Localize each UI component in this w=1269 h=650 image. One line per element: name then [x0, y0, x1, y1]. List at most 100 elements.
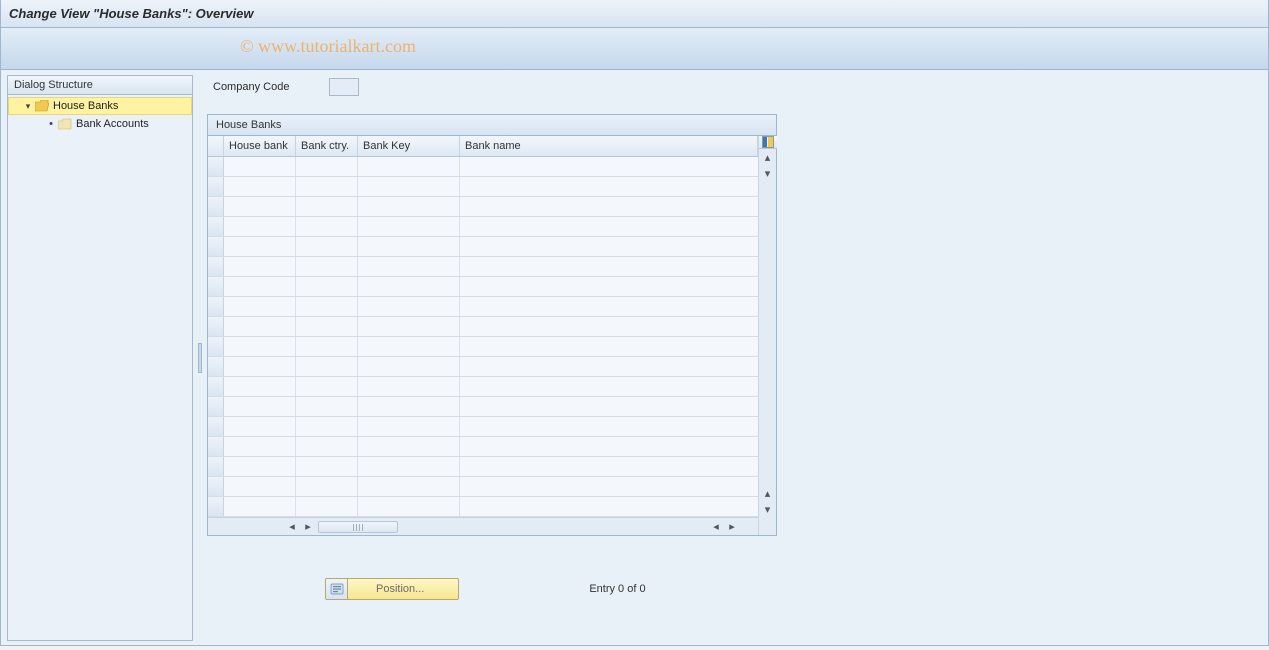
cell-bank-ctry[interactable] — [296, 177, 358, 196]
cell-bank-name[interactable] — [460, 177, 758, 196]
table-row[interactable] — [208, 217, 758, 237]
cell-house-bank[interactable] — [224, 197, 296, 216]
tree-node-house-banks[interactable]: ▾ House Banks — [8, 97, 192, 115]
cell-bank-key[interactable] — [358, 157, 460, 176]
cell-house-bank[interactable] — [224, 297, 296, 316]
cell-bank-key[interactable] — [358, 337, 460, 356]
scroll-left-icon[interactable]: ◂ — [284, 519, 300, 535]
row-selector[interactable] — [208, 177, 224, 196]
cell-bank-key[interactable] — [358, 477, 460, 496]
cell-bank-ctry[interactable] — [296, 477, 358, 496]
cell-bank-key[interactable] — [358, 197, 460, 216]
cell-house-bank[interactable] — [224, 157, 296, 176]
table-row[interactable] — [208, 157, 758, 177]
row-selector[interactable] — [208, 237, 224, 256]
row-selector[interactable] — [208, 397, 224, 416]
table-row[interactable] — [208, 417, 758, 437]
cell-bank-key[interactable] — [358, 397, 460, 416]
cell-house-bank[interactable] — [224, 317, 296, 336]
cell-bank-name[interactable] — [460, 357, 758, 376]
cell-bank-name[interactable] — [460, 477, 758, 496]
vertical-scrollbar[interactable]: ▴ ▾ ▴ ▾ — [758, 136, 776, 535]
scroll-right-end-icon[interactable]: ▸ — [724, 519, 740, 535]
cell-bank-key[interactable] — [358, 317, 460, 336]
cell-bank-key[interactable] — [358, 217, 460, 236]
scroll-thumb[interactable] — [318, 521, 398, 533]
column-header-bank-name[interactable]: Bank name — [460, 136, 758, 156]
scroll-right-icon[interactable]: ▸ — [300, 519, 316, 535]
cell-bank-key[interactable] — [358, 237, 460, 256]
row-selector[interactable] — [208, 257, 224, 276]
row-selector[interactable] — [208, 317, 224, 336]
column-header-bank-key[interactable]: Bank Key — [358, 136, 460, 156]
cell-bank-key[interactable] — [358, 177, 460, 196]
column-header-bank-ctry[interactable]: Bank ctry. — [296, 136, 358, 156]
cell-bank-name[interactable] — [460, 337, 758, 356]
table-row[interactable] — [208, 437, 758, 457]
row-selector[interactable] — [208, 377, 224, 396]
cell-bank-key[interactable] — [358, 257, 460, 276]
row-selector[interactable] — [208, 497, 224, 516]
scroll-up-end-icon[interactable]: ▴ — [759, 485, 776, 501]
cell-bank-ctry[interactable] — [296, 437, 358, 456]
column-header-house-bank[interactable]: House bank — [224, 136, 296, 156]
cell-house-bank[interactable] — [224, 457, 296, 476]
table-row[interactable] — [208, 257, 758, 277]
row-selector[interactable] — [208, 457, 224, 476]
table-row[interactable] — [208, 497, 758, 517]
table-row[interactable] — [208, 177, 758, 197]
cell-bank-key[interactable] — [358, 297, 460, 316]
table-row[interactable] — [208, 457, 758, 477]
cell-house-bank[interactable] — [224, 417, 296, 436]
cell-bank-ctry[interactable] — [296, 337, 358, 356]
cell-bank-name[interactable] — [460, 317, 758, 336]
cell-house-bank[interactable] — [224, 437, 296, 456]
horizontal-scrollbar[interactable]: ◂ ▸ ◂ ▸ — [208, 517, 758, 535]
select-all-header[interactable] — [208, 136, 224, 156]
cell-bank-ctry[interactable] — [296, 157, 358, 176]
row-selector[interactable] — [208, 277, 224, 296]
cell-house-bank[interactable] — [224, 257, 296, 276]
scroll-down-end-icon[interactable]: ▾ — [759, 501, 776, 517]
cell-bank-ctry[interactable] — [296, 277, 358, 296]
table-row[interactable] — [208, 357, 758, 377]
cell-bank-ctry[interactable] — [296, 377, 358, 396]
table-row[interactable] — [208, 197, 758, 217]
cell-bank-key[interactable] — [358, 277, 460, 296]
cell-bank-ctry[interactable] — [296, 317, 358, 336]
cell-bank-name[interactable] — [460, 197, 758, 216]
cell-bank-name[interactable] — [460, 277, 758, 296]
cell-bank-key[interactable] — [358, 417, 460, 436]
cell-bank-ctry[interactable] — [296, 197, 358, 216]
cell-house-bank[interactable] — [224, 337, 296, 356]
cell-bank-name[interactable] — [460, 417, 758, 436]
cell-house-bank[interactable] — [224, 477, 296, 496]
company-code-input[interactable] — [329, 78, 359, 96]
cell-bank-name[interactable] — [460, 397, 758, 416]
cell-bank-name[interactable] — [460, 377, 758, 396]
cell-bank-ctry[interactable] — [296, 457, 358, 476]
cell-bank-key[interactable] — [358, 497, 460, 516]
cell-bank-ctry[interactable] — [296, 217, 358, 236]
cell-bank-key[interactable] — [358, 377, 460, 396]
cell-bank-ctry[interactable] — [296, 237, 358, 256]
cell-house-bank[interactable] — [224, 277, 296, 296]
table-settings-button[interactable] — [759, 136, 777, 149]
cell-bank-ctry[interactable] — [296, 297, 358, 316]
cell-house-bank[interactable] — [224, 497, 296, 516]
cell-bank-ctry[interactable] — [296, 417, 358, 436]
table-row[interactable] — [208, 277, 758, 297]
row-selector[interactable] — [208, 217, 224, 236]
table-row[interactable] — [208, 317, 758, 337]
row-selector[interactable] — [208, 357, 224, 376]
cell-bank-name[interactable] — [460, 497, 758, 516]
cell-house-bank[interactable] — [224, 237, 296, 256]
cell-bank-name[interactable] — [460, 237, 758, 256]
cell-bank-ctry[interactable] — [296, 497, 358, 516]
table-row[interactable] — [208, 337, 758, 357]
row-selector[interactable] — [208, 337, 224, 356]
table-row[interactable] — [208, 297, 758, 317]
tree-node-bank-accounts[interactable]: • Bank Accounts — [8, 115, 192, 133]
cell-house-bank[interactable] — [224, 377, 296, 396]
scroll-up-icon[interactable]: ▴ — [759, 149, 776, 165]
